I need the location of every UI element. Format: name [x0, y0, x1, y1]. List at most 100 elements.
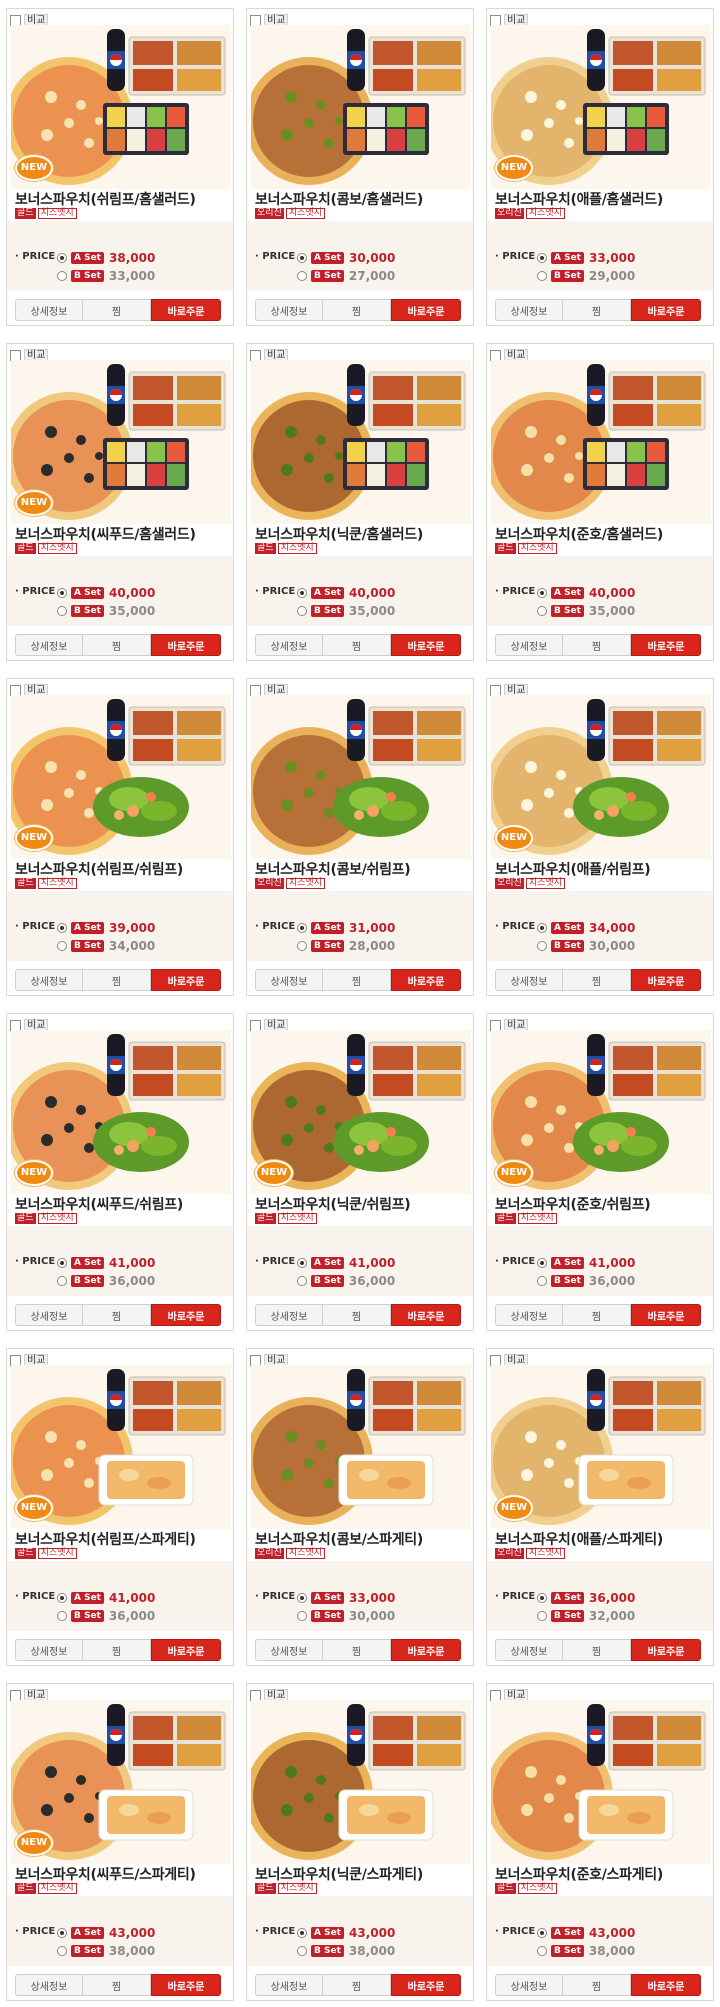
product-image[interactable] — [251, 695, 471, 859]
radio-a[interactable] — [297, 1258, 307, 1268]
product-name[interactable]: 보너스파우치(닉쿤/쉬림프) — [255, 1194, 411, 1214]
order-button[interactable]: 바로주문 — [631, 969, 701, 991]
radio-a[interactable] — [537, 923, 547, 933]
price-option-a[interactable]: A Set 41,000 — [297, 1256, 395, 1270]
detail-button[interactable]: 상세정보 — [255, 299, 323, 321]
order-button[interactable]: 바로주문 — [391, 1639, 461, 1661]
radio-b[interactable] — [57, 606, 67, 616]
product-image[interactable] — [491, 360, 711, 524]
price-option-b[interactable]: B Set 29,000 — [537, 269, 635, 283]
price-option-b[interactable]: B Set 36,000 — [57, 1274, 155, 1288]
checkbox-icon[interactable] — [10, 14, 21, 26]
radio-b[interactable] — [297, 941, 307, 951]
wish-button[interactable]: 찜 — [563, 1974, 631, 1996]
detail-button[interactable]: 상세정보 — [495, 1304, 563, 1326]
product-image[interactable] — [251, 1700, 471, 1864]
checkbox-icon[interactable] — [10, 684, 21, 696]
detail-button[interactable]: 상세정보 — [495, 299, 563, 321]
wish-button[interactable]: 찜 — [563, 1639, 631, 1661]
checkbox-icon[interactable] — [490, 684, 501, 696]
wish-button[interactable]: 찜 — [323, 299, 391, 321]
wish-button[interactable]: 찜 — [83, 1974, 151, 1996]
price-option-a[interactable]: A Set 43,000 — [537, 1926, 635, 1940]
radio-b[interactable] — [297, 1611, 307, 1621]
detail-button[interactable]: 상세정보 — [255, 1304, 323, 1326]
order-button[interactable]: 바로주문 — [391, 299, 461, 321]
radio-b[interactable] — [537, 271, 547, 281]
radio-b[interactable] — [57, 941, 67, 951]
price-option-b[interactable]: B Set 35,000 — [537, 604, 635, 618]
detail-button[interactable]: 상세정보 — [255, 634, 323, 656]
checkbox-icon[interactable] — [490, 1689, 501, 1701]
product-name[interactable]: 보너스파우치(씨푸드/쉬림프) — [15, 1194, 183, 1214]
checkbox-icon[interactable] — [250, 684, 261, 696]
wish-button[interactable]: 찜 — [563, 299, 631, 321]
price-option-a[interactable]: A Set 43,000 — [57, 1926, 155, 1940]
wish-button[interactable]: 찜 — [323, 1639, 391, 1661]
radio-b[interactable] — [537, 1276, 547, 1286]
wish-button[interactable]: 찜 — [83, 299, 151, 321]
radio-a[interactable] — [537, 1593, 547, 1603]
price-option-a[interactable]: A Set 40,000 — [537, 586, 635, 600]
price-option-a[interactable]: A Set 41,000 — [537, 1256, 635, 1270]
detail-button[interactable]: 상세정보 — [15, 1639, 83, 1661]
wish-button[interactable]: 찜 — [83, 1639, 151, 1661]
price-option-b[interactable]: B Set 38,000 — [297, 1944, 395, 1958]
checkbox-icon[interactable] — [490, 14, 501, 26]
order-button[interactable]: 바로주문 — [391, 1304, 461, 1326]
checkbox-icon[interactable] — [250, 1019, 261, 1031]
product-name[interactable]: 보너스파우치(애플/쉬림프) — [495, 859, 651, 879]
price-option-b[interactable]: B Set 30,000 — [537, 939, 635, 953]
detail-button[interactable]: 상세정보 — [15, 1974, 83, 1996]
order-button[interactable]: 바로주문 — [631, 1304, 701, 1326]
detail-button[interactable]: 상세정보 — [15, 969, 83, 991]
detail-button[interactable]: 상세정보 — [255, 1639, 323, 1661]
price-option-b[interactable]: B Set 36,000 — [57, 1609, 155, 1623]
price-option-a[interactable]: A Set 33,000 — [297, 1591, 395, 1605]
radio-a[interactable] — [537, 588, 547, 598]
checkbox-icon[interactable] — [250, 349, 261, 361]
product-name[interactable]: 보너스파우치(애플/홈샐러드) — [495, 189, 663, 209]
detail-button[interactable]: 상세정보 — [255, 1974, 323, 1996]
radio-a[interactable] — [57, 253, 67, 263]
price-option-a[interactable]: A Set 40,000 — [57, 586, 155, 600]
radio-a[interactable] — [297, 253, 307, 263]
price-option-a[interactable]: A Set 40,000 — [297, 586, 395, 600]
wish-button[interactable]: 찜 — [83, 634, 151, 656]
product-name[interactable]: 보너스파우치(콤보/스파게티) — [255, 1529, 423, 1549]
order-button[interactable]: 바로주문 — [151, 634, 221, 656]
order-button[interactable]: 바로주문 — [391, 969, 461, 991]
price-option-b[interactable]: B Set 38,000 — [537, 1944, 635, 1958]
order-button[interactable]: 바로주문 — [631, 1639, 701, 1661]
price-option-b[interactable]: B Set 35,000 — [57, 604, 155, 618]
radio-b[interactable] — [537, 1611, 547, 1621]
product-name[interactable]: 보너스파우치(쉬림프/쉬림프) — [15, 859, 183, 879]
wish-button[interactable]: 찜 — [563, 1304, 631, 1326]
price-option-a[interactable]: A Set 38,000 — [57, 251, 155, 265]
detail-button[interactable]: 상세정보 — [495, 634, 563, 656]
detail-button[interactable]: 상세정보 — [15, 1304, 83, 1326]
checkbox-icon[interactable] — [250, 14, 261, 26]
product-name[interactable]: 보너스파우치(닉쿤/스파게티) — [255, 1864, 423, 1884]
radio-b[interactable] — [537, 1946, 547, 1956]
order-button[interactable]: 바로주문 — [631, 1974, 701, 1996]
price-option-b[interactable]: B Set 30,000 — [297, 1609, 395, 1623]
wish-button[interactable]: 찜 — [563, 634, 631, 656]
product-name[interactable]: 보너스파우치(콤보/쉬림프) — [255, 859, 411, 879]
product-name[interactable]: 보너스파우치(쉬림프/홈샐러드) — [15, 189, 196, 209]
checkbox-icon[interactable] — [490, 1019, 501, 1031]
price-option-a[interactable]: A Set 33,000 — [537, 251, 635, 265]
radio-a[interactable] — [297, 1928, 307, 1938]
radio-a[interactable] — [297, 923, 307, 933]
price-option-a[interactable]: A Set 36,000 — [537, 1591, 635, 1605]
price-option-a[interactable]: A Set 31,000 — [297, 921, 395, 935]
radio-a[interactable] — [57, 1928, 67, 1938]
product-image[interactable] — [251, 360, 471, 524]
radio-b[interactable] — [537, 606, 547, 616]
detail-button[interactable]: 상세정보 — [495, 1639, 563, 1661]
product-image[interactable] — [251, 25, 471, 189]
product-name[interactable]: 보너스파우치(콤보/홈샐러드) — [255, 189, 423, 209]
checkbox-icon[interactable] — [10, 349, 21, 361]
price-option-b[interactable]: B Set 38,000 — [57, 1944, 155, 1958]
order-button[interactable]: 바로주문 — [631, 299, 701, 321]
